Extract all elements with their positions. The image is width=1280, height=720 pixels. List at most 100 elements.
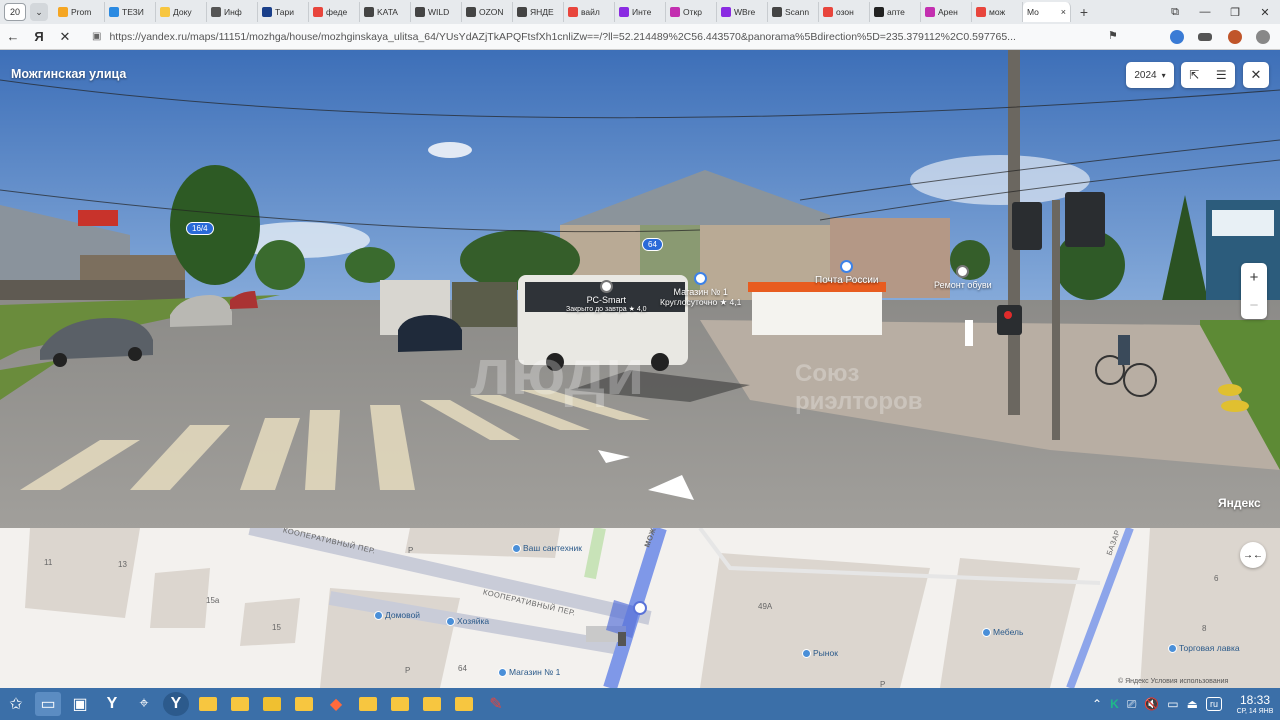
poi-label: Хозяйка [457, 616, 490, 626]
tray-expand-icon[interactable]: ⌃ [1092, 697, 1102, 711]
year-selector[interactable]: 2024 ▾ [1126, 62, 1174, 88]
tab-favicon-icon [874, 7, 884, 17]
url-field[interactable]: ▣ https://yandex.ru/maps/11151/mozhga/ho… [92, 27, 1130, 47]
tab[interactable]: Prom [54, 2, 105, 22]
folder-icon[interactable] [419, 692, 445, 716]
yandex-logo-icon[interactable]: Я [26, 29, 52, 44]
close-panorama-button[interactable]: ✕ [1243, 62, 1269, 88]
tab-favicon-icon [772, 7, 782, 17]
app-diamond-icon[interactable]: ◆ [323, 692, 349, 716]
tab[interactable]: Scann [768, 2, 819, 22]
site-info-icon[interactable]: ▣ [92, 31, 101, 42]
screen: 20 ⌄ Prom ТЕЗИ Доку Инф Тари феде KATA W… [0, 0, 1280, 720]
folder-icon[interactable] [355, 692, 381, 716]
tab[interactable]: вайл [564, 2, 615, 22]
extension-icon[interactable] [1198, 33, 1212, 41]
street-panorama[interactable]: Можгинская улица 2024 ▾ ⇱ ☰ ✕ + − 16/4 6… [0, 50, 1280, 528]
network-icon[interactable]: ⎚ [1127, 697, 1137, 712]
tab[interactable]: Инте [615, 2, 666, 22]
poi-marker[interactable]: РС-Smart Закрыто до завтра ★ 4,0 [566, 280, 647, 313]
tab-close-icon[interactable]: × [1061, 7, 1066, 17]
map-poi[interactable]: Хозяйка [446, 616, 489, 626]
folder-icon[interactable] [291, 692, 317, 716]
poi-marker[interactable]: Магазин № 1 Круглосуточно ★ 4,1 [660, 272, 741, 308]
stop-loading-icon[interactable]: ✕ [52, 29, 78, 45]
map-poi[interactable]: Магазин № 1 [498, 667, 560, 677]
yandex-browser-icon[interactable]: Y [163, 692, 189, 716]
mini-map[interactable]: 11 13 15а 15 64 49А 6 8 Р Р Р КООПЕРАТИВ… [0, 528, 1280, 688]
tab[interactable]: Арен [921, 2, 972, 22]
house-number: Р [405, 666, 411, 675]
clock[interactable]: 18:33 СР, 14 ЯНВ [1230, 694, 1280, 715]
map-canvas [0, 528, 1280, 688]
kaspersky-icon[interactable]: K [1110, 697, 1119, 711]
map-poi[interactable]: Торговая лавка [1168, 643, 1240, 653]
folder-icon[interactable] [451, 692, 477, 716]
yandex-watermark: Яндекс [1218, 496, 1261, 510]
tab[interactable]: феде [309, 2, 360, 22]
zoom-in-button[interactable]: + [1250, 269, 1259, 286]
house-number-badge[interactable]: 16/4 [186, 222, 214, 235]
map-poi[interactable]: Ваш сантехник [512, 543, 582, 553]
tab[interactable]: KATA [360, 2, 411, 22]
poi-dot-icon [498, 667, 507, 677]
folder-icon[interactable] [195, 692, 221, 716]
start-star-icon[interactable]: ✩ [3, 692, 29, 716]
screenshot-app-icon[interactable]: ▣ [67, 692, 93, 716]
folder-icon[interactable] [227, 692, 253, 716]
tab[interactable]: ЯНДЕ [513, 2, 564, 22]
tab[interactable]: Инф [207, 2, 258, 22]
poi-dot-icon [446, 616, 455, 626]
poi-pin-icon [840, 260, 854, 273]
downloads-folder-icon[interactable] [259, 692, 285, 716]
menu-icon[interactable]: ☰ [1216, 68, 1227, 82]
extension-icon[interactable] [1228, 30, 1242, 44]
poi-marker[interactable]: Ремонт обуви [934, 265, 992, 290]
tab[interactable]: ТЕЗИ [105, 2, 156, 22]
back-arrow-icon[interactable]: ← [0, 29, 26, 44]
tab[interactable]: апте [870, 2, 921, 22]
safely-remove-icon[interactable]: ⏏ [1187, 697, 1198, 711]
tab[interactable]: WBre [717, 2, 768, 22]
profile-icon[interactable] [1256, 30, 1270, 44]
map-poi[interactable]: Мебель [982, 627, 1023, 637]
folder-icon[interactable] [387, 692, 413, 716]
house-number: 11 [44, 558, 53, 567]
bookmark-icon[interactable]: ⚑ [1108, 29, 1118, 42]
house-number: Р [408, 546, 414, 555]
language-indicator[interactable]: ru [1205, 697, 1222, 711]
collapse-map-button[interactable]: →← [1240, 542, 1266, 568]
paint-app-icon[interactable]: ✎ [483, 692, 509, 716]
volume-muted-icon[interactable]: 🔇 [1144, 697, 1159, 711]
map-copyright[interactable]: © Яндекс Условия использования [1118, 678, 1228, 685]
poi-marker[interactable]: Почта России [815, 260, 879, 286]
tab-counter-button[interactable]: 20 [4, 3, 26, 21]
map-poi[interactable]: Рынок [802, 648, 838, 658]
minimize-icon[interactable]: — [1190, 6, 1220, 18]
pin-app-icon[interactable]: ⌖ [131, 692, 157, 716]
task-view-icon[interactable]: ▭ [35, 692, 61, 716]
tab[interactable]: озон [819, 2, 870, 22]
os-taskbar: ✩ ▭ ▣ Y ⌖ Y ◆ ✎ ⌃ K ⎚ 🔇 ▭ ⏏ ru 18:33 СР,… [0, 688, 1280, 720]
tab[interactable]: Откр [666, 2, 717, 22]
tab[interactable]: Доку [156, 2, 207, 22]
tab-active[interactable]: Мо × [1023, 2, 1071, 22]
tab-list-chevron-icon[interactable]: ⌄ [30, 3, 48, 21]
tab[interactable]: OZON [462, 2, 513, 22]
house-number-badge[interactable]: 64 [642, 238, 663, 251]
close-window-icon[interactable]: ✕ [1250, 6, 1280, 19]
map-poi[interactable]: Домовой [374, 610, 420, 620]
tab[interactable]: WILD [411, 2, 462, 22]
yandex-app-icon[interactable]: Y [99, 692, 125, 716]
share-icon[interactable]: ⇱ [1189, 68, 1199, 82]
poi-pin-icon [956, 265, 970, 278]
house-number: 6 [1214, 574, 1219, 583]
maximize-icon[interactable]: ❐ [1220, 6, 1250, 19]
tab[interactable]: мож [972, 2, 1023, 22]
new-tab-button[interactable]: + [1075, 4, 1093, 20]
extension-icon[interactable] [1170, 30, 1184, 44]
zoom-out-button[interactable]: − [1250, 297, 1259, 314]
monitor-icon[interactable]: ▭ [1167, 697, 1178, 711]
tab[interactable]: Тари [258, 2, 309, 22]
tab-manager-icon[interactable]: ⧉ [1160, 6, 1190, 19]
